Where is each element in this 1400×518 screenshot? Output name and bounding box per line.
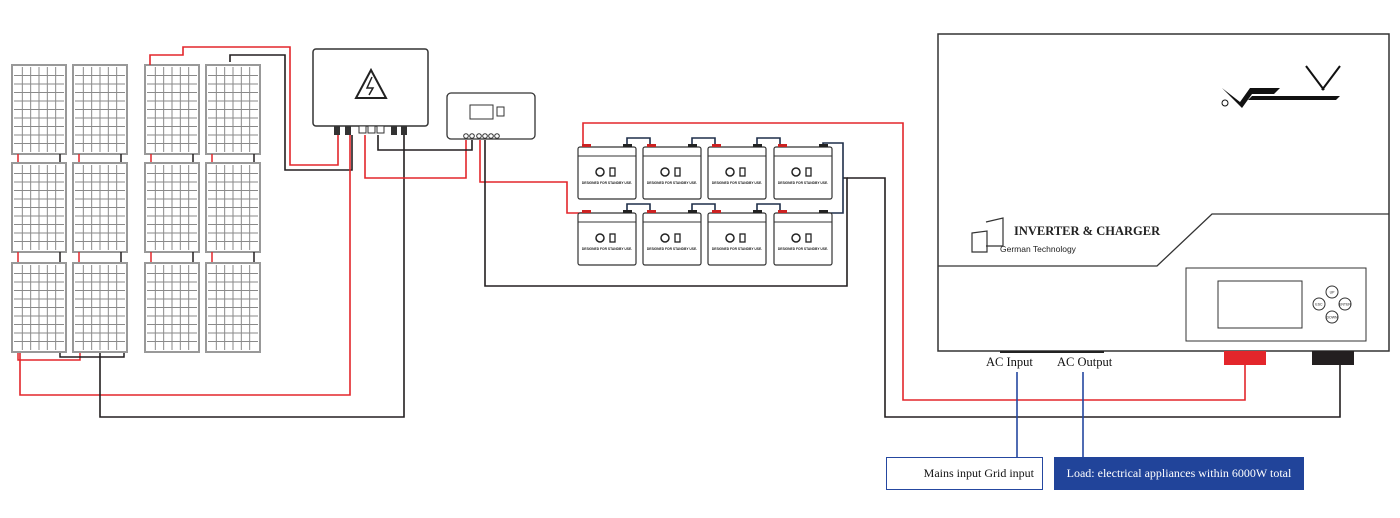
battery: DESIGNED FOR STANDBY USE. (707, 144, 767, 200)
svg-text:UP: UP (1330, 291, 1336, 295)
battery-label: DESIGNED FOR STANDBY USE. (712, 247, 762, 251)
svg-text:DOWN: DOWN (1326, 316, 1338, 320)
battery-negative-terminal (1312, 351, 1354, 365)
solar-panel (144, 162, 200, 253)
svg-text:ESC: ESC (1315, 303, 1323, 307)
solar-panel (72, 64, 128, 155)
solar-panel (11, 262, 67, 353)
svg-text:ENTER: ENTER (1339, 303, 1351, 307)
battery: DESIGNED FOR STANDBY USE. (707, 210, 767, 266)
battery-positive-terminal (1224, 351, 1266, 365)
solar-array (11, 64, 261, 361)
battery-label: DESIGNED FOR STANDBY USE. (582, 181, 632, 185)
battery: DESIGNED FOR STANDBY USE. (642, 144, 702, 200)
charge-controller (446, 92, 536, 140)
battery-label: DESIGNED FOR STANDBY USE. (712, 181, 762, 185)
battery-label: DESIGNED FOR STANDBY USE. (647, 247, 697, 251)
solar-panel (205, 162, 261, 253)
solar-system-diagram: DESIGNED FOR STANDBY USE. DESIGNED FOR ST… (11, 33, 1390, 457)
inverter-charger: INVERTER & CHARGER German Technology UP … (937, 33, 1390, 365)
solar-panel (11, 162, 67, 253)
battery: DESIGNED FOR STANDBY USE. (577, 144, 637, 200)
ac-output-label: AC Output (1057, 355, 1113, 369)
battery: DESIGNED FOR STANDBY USE. (577, 210, 637, 266)
battery: DESIGNED FOR STANDBY USE. (773, 144, 833, 200)
battery-label: DESIGNED FOR STANDBY USE. (582, 247, 632, 251)
inverter-subtitle: German Technology (1000, 244, 1077, 254)
solar-panel (144, 64, 200, 155)
solar-panel (72, 162, 128, 253)
combiner-box (312, 48, 429, 135)
solar-panel (205, 64, 261, 155)
lcd-screen (1217, 280, 1303, 329)
battery-label: DESIGNED FOR STANDBY USE. (778, 247, 828, 251)
inverter-title: INVERTER & CHARGER (1014, 224, 1161, 238)
battery: DESIGNED FOR STANDBY USE. (642, 210, 702, 266)
solar-panel (72, 262, 128, 353)
solar-panel (144, 262, 200, 353)
controller-to-battery-pos (479, 140, 583, 214)
load-note: Load: electrical appliances within 6000W… (1054, 457, 1304, 490)
battery-label: DESIGNED FOR STANDBY USE. (647, 181, 697, 185)
battery: DESIGNED FOR STANDBY USE. (773, 210, 833, 266)
combiner-to-controller-wire (364, 135, 467, 179)
battery-label: DESIGNED FOR STANDBY USE. (778, 181, 828, 185)
solar-panel (11, 64, 67, 155)
mains-input-note: Mains input Grid input (886, 457, 1043, 490)
solar-panel (205, 262, 261, 353)
ac-input-label: AC Input (986, 355, 1033, 369)
ac-terminal (1000, 351, 1104, 353)
